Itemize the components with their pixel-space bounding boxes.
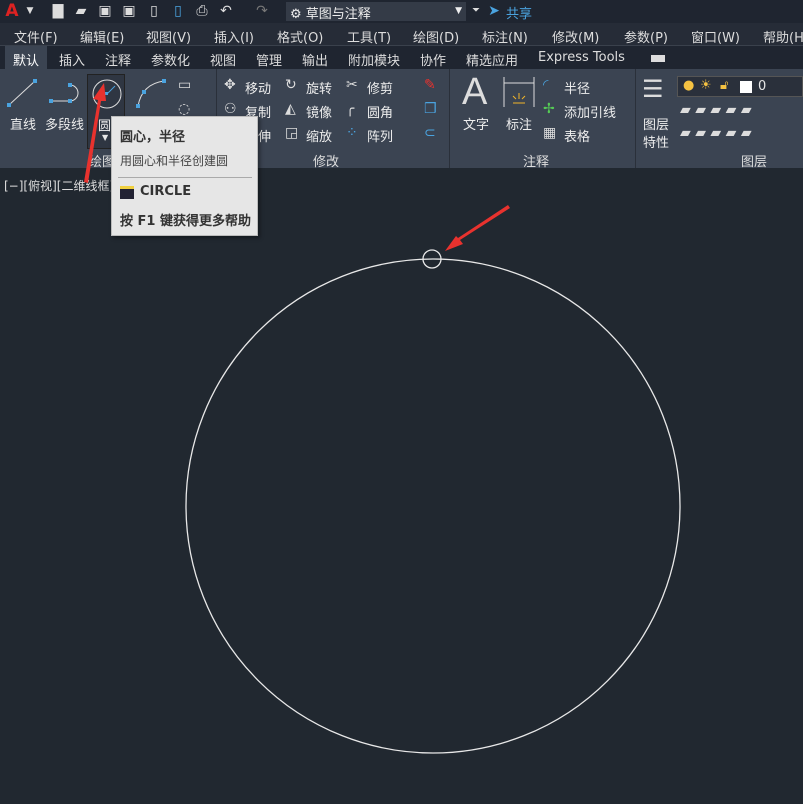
circle-icon bbox=[92, 79, 122, 109]
scale-icon: ◲ bbox=[285, 125, 299, 141]
command-icon bbox=[120, 186, 134, 199]
open-sheet-icon[interactable]: ▯ bbox=[146, 3, 162, 19]
chevron-down-icon[interactable]: ▼ bbox=[22, 3, 38, 19]
print-icon[interactable]: ⎙ bbox=[194, 3, 210, 19]
menu-window[interactable]: 窗口(W) bbox=[691, 27, 740, 46]
workspace-dropdown[interactable]: ⚙ 草图与注释 ▼ bbox=[286, 2, 466, 22]
menu-file[interactable]: 文件(F) bbox=[14, 27, 58, 46]
annotation-panel-label[interactable]: 注释 bbox=[523, 151, 549, 170]
table-icon: ▦ bbox=[543, 125, 557, 141]
trim-icon: ✂ bbox=[346, 77, 358, 93]
layer-properties-button[interactable]: 图层 bbox=[643, 114, 669, 133]
menu-draw[interactable]: 绘图(D) bbox=[413, 27, 459, 46]
undo-icon[interactable]: ↶ bbox=[218, 3, 234, 19]
layer-dropdown[interactable]: ● ☀ 🔓︎ 0 bbox=[677, 76, 803, 97]
new-file-icon[interactable]: ▇ bbox=[50, 3, 66, 19]
menu-view[interactable]: 视图(V) bbox=[146, 27, 191, 46]
save-icon[interactable]: ▣ bbox=[97, 3, 113, 19]
line-button[interactable]: 直线 bbox=[10, 114, 36, 133]
red-arrow-annotation bbox=[445, 205, 510, 251]
title-bar: A ▼ ▇ ▰ ▣ ▣ ▯ ▯ ⎙ ↶ ↷ ⚙ 草图与注释 ▼ ⏷ ➤ 共享 bbox=[0, 0, 803, 23]
radius-button[interactable]: 半径 bbox=[564, 78, 590, 97]
array-icon: ⁘ bbox=[346, 125, 358, 141]
leader-button[interactable]: 添加引线 bbox=[564, 102, 616, 121]
text-icon: A bbox=[462, 71, 488, 113]
customize-icon[interactable]: ⏷ bbox=[468, 3, 484, 19]
move-button[interactable]: 移动 bbox=[245, 78, 271, 97]
tab-output[interactable]: 输出 bbox=[302, 50, 328, 69]
minimize-ribbon-button[interactable] bbox=[651, 55, 665, 62]
line-icon bbox=[7, 79, 37, 107]
ribbon-tabs: 默认 插入 注释 参数化 视图 管理 输出 附加模块 协作 精选应用 Expre… bbox=[0, 46, 803, 69]
layers-panel-label[interactable]: 图层 bbox=[741, 151, 767, 170]
bulb-icon: ● bbox=[683, 78, 695, 93]
chevron-down-icon: ▼ bbox=[455, 6, 462, 16]
drawn-circle bbox=[185, 258, 681, 754]
publish-icon[interactable]: ▯ bbox=[170, 3, 186, 19]
array-button[interactable]: 阵列 bbox=[367, 126, 393, 145]
tab-insert[interactable]: 插入 bbox=[59, 50, 85, 69]
fillet-icon: ╭ bbox=[346, 101, 355, 117]
mirror-icon: ◭ bbox=[285, 101, 296, 117]
menu-insert[interactable]: 插入(I) bbox=[214, 27, 254, 46]
polyline-icon bbox=[49, 83, 79, 103]
explode-icon[interactable]: ❒ bbox=[424, 101, 437, 117]
copy-icon: ⚇ bbox=[224, 101, 237, 117]
tab-featured-apps[interactable]: 精选应用 bbox=[466, 50, 518, 69]
viewport-controls[interactable]: [−][俯视][二维线框] bbox=[4, 177, 114, 194]
tab-collaborate[interactable]: 协作 bbox=[420, 50, 446, 69]
table-button[interactable]: 表格 bbox=[564, 126, 590, 145]
menu-dimension[interactable]: 标注(N) bbox=[482, 27, 528, 46]
tab-express-tools[interactable]: Express Tools bbox=[538, 50, 625, 65]
share-button[interactable]: 共享 bbox=[506, 3, 532, 22]
ellipse-icon[interactable]: ◌ bbox=[178, 101, 190, 117]
menu-format[interactable]: 格式(O) bbox=[277, 27, 323, 46]
dimension-icon bbox=[503, 77, 535, 107]
modify-panel-label[interactable]: 修改 bbox=[313, 151, 339, 170]
gear-icon: ⚙ bbox=[290, 7, 302, 22]
menu-help[interactable]: 帮助(H) bbox=[763, 27, 803, 46]
circle-tooltip: 圆心，半径 用圆心和半径创建圆 CIRCLE 按 F1 键获得更多帮助 bbox=[111, 116, 258, 236]
menu-edit[interactable]: 编辑(E) bbox=[80, 27, 124, 46]
tab-manage[interactable]: 管理 bbox=[256, 50, 282, 69]
radius-icon: ◜ bbox=[543, 77, 549, 93]
tab-addins[interactable]: 附加模块 bbox=[348, 50, 400, 69]
trim-button[interactable]: 修剪 bbox=[367, 78, 393, 97]
text-button[interactable]: 文字 bbox=[463, 114, 489, 133]
move-icon: ✥ bbox=[224, 77, 236, 93]
menu-bar: 文件(F) 编辑(E) 视图(V) 插入(I) 格式(O) 工具(T) 绘图(D… bbox=[0, 23, 803, 46]
rotate-icon: ↻ bbox=[285, 77, 297, 93]
erase-icon[interactable]: ✎ bbox=[424, 77, 436, 93]
menu-tools[interactable]: 工具(T) bbox=[347, 27, 391, 46]
dimension-button[interactable]: 标注 bbox=[506, 114, 532, 133]
sun-icon: ☀ bbox=[700, 78, 712, 93]
chevron-down-icon: ▼ bbox=[102, 133, 109, 142]
fillet-button[interactable]: 圆角 bbox=[367, 102, 393, 121]
tab-default[interactable]: 默认 bbox=[5, 46, 48, 69]
rectangle-icon[interactable]: ▭ bbox=[178, 77, 191, 93]
snap-marker bbox=[422, 249, 442, 269]
arc-icon bbox=[136, 79, 166, 108]
menu-parametric[interactable]: 参数(P) bbox=[624, 27, 668, 46]
polyline-button[interactable]: 多段线 bbox=[45, 114, 84, 133]
redo-icon[interactable]: ↷ bbox=[254, 3, 270, 19]
rotate-button[interactable]: 旋转 bbox=[306, 78, 332, 97]
unlock-icon: 🔓︎ bbox=[720, 78, 729, 93]
layer-tools-row-2-icon[interactable]: ▰ ▰ ▰ ▰ ▰ bbox=[680, 125, 752, 141]
tab-view[interactable]: 视图 bbox=[210, 50, 236, 69]
tab-parametric[interactable]: 参数化 bbox=[151, 50, 190, 69]
menu-modify[interactable]: 修改(M) bbox=[552, 27, 599, 46]
mirror-button[interactable]: 镜像 bbox=[306, 102, 332, 121]
save-as-icon[interactable]: ▣ bbox=[121, 3, 137, 19]
share-icon[interactable]: ➤ bbox=[486, 3, 502, 19]
autocad-logo-icon[interactable]: A bbox=[4, 3, 20, 20]
leader-icon: ✢ bbox=[543, 101, 555, 117]
scale-button[interactable]: 缩放 bbox=[306, 126, 332, 145]
offset-icon[interactable]: ⊂ bbox=[424, 125, 436, 141]
layer-tools-row-1-icon[interactable]: ▰ ▰ ▰ ▰ ▰ bbox=[680, 102, 752, 118]
tab-annotate[interactable]: 注释 bbox=[105, 50, 131, 69]
layer-color-swatch bbox=[740, 81, 752, 93]
layer-properties-icon: ☰ bbox=[642, 75, 664, 103]
open-folder-icon[interactable]: ▰ bbox=[73, 3, 89, 19]
